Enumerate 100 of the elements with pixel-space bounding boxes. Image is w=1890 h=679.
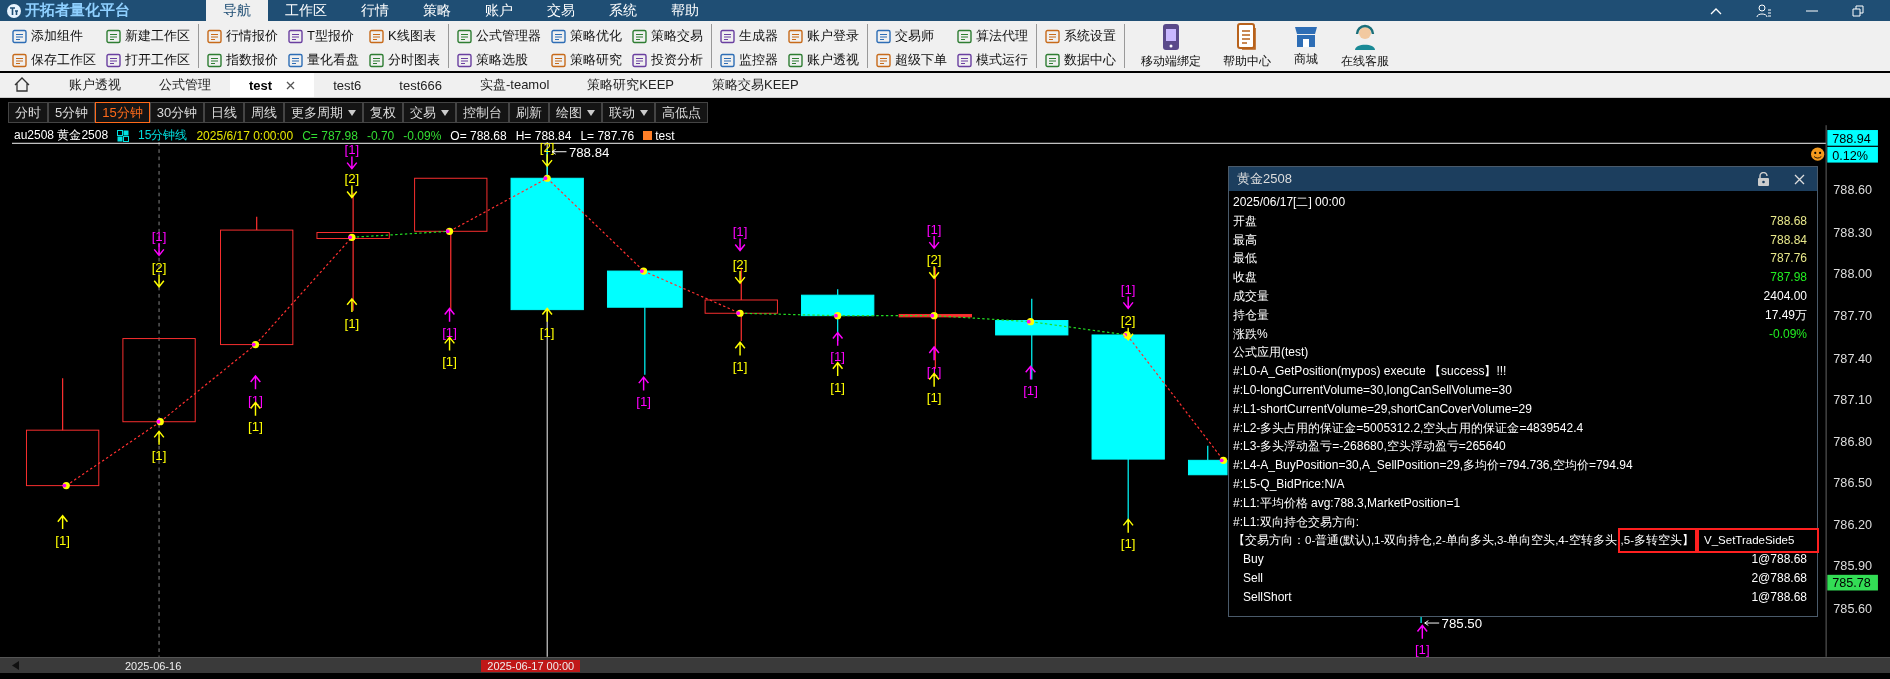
ribbon-button[interactable]: 策略优化 xyxy=(551,27,622,45)
quote-label: 最高 xyxy=(1233,231,1257,249)
log-line: 公式应用(test) xyxy=(1233,344,1310,362)
ribbon-button[interactable]: T型报价 xyxy=(288,27,359,45)
log-line: #:L2-多头占用的保证金=5005312.2,空头占用的保证金=4839542.4 xyxy=(1233,419,1585,437)
quote-value: 787.98 xyxy=(1770,269,1807,287)
workspace-tab[interactable]: 公式管理 xyxy=(140,73,230,97)
ribbon-button[interactable]: 生成器 xyxy=(720,27,778,45)
price-tick-label: 786.80 xyxy=(1833,434,1872,449)
workspace-tab[interactable]: 账户透视 xyxy=(50,73,140,97)
ribbon-button[interactable]: 模式运行 xyxy=(957,51,1028,69)
quote-label: 涨跌% xyxy=(1233,325,1268,343)
smiley-icon[interactable] xyxy=(1811,147,1825,161)
lock-icon[interactable] xyxy=(1757,172,1770,186)
quote-value: -0.09% xyxy=(1768,325,1807,343)
period-button[interactable]: 分时 xyxy=(8,102,48,123)
tool-icon xyxy=(632,52,647,68)
ribbon-button[interactable]: 投资分析 xyxy=(632,51,703,69)
menu-item[interactable]: 策略 xyxy=(406,0,468,21)
ribbon-button[interactable]: 账户透视 xyxy=(788,51,859,69)
ribbon-button[interactable]: 账户登录 xyxy=(788,27,859,45)
grid-icon[interactable] xyxy=(117,129,130,142)
period-button[interactable]: 高低点 xyxy=(655,102,709,123)
tool-icon xyxy=(288,28,303,44)
workspace-tab[interactable]: test6 xyxy=(314,73,381,97)
user-icon[interactable] xyxy=(1756,3,1772,18)
ribbon-button[interactable]: 策略研究 xyxy=(551,51,622,69)
menu-item[interactable]: 工作区 xyxy=(268,0,344,21)
price-tick-label: 787.40 xyxy=(1833,351,1872,366)
tool-icon xyxy=(632,28,647,44)
ribbon-button[interactable]: K线图表 xyxy=(369,27,440,45)
period-button[interactable]: 复权 xyxy=(363,102,404,123)
ribbon-button[interactable]: 量化看盘 xyxy=(288,51,359,69)
ribbon-button[interactable]: 新建工作区 xyxy=(106,27,190,45)
ribbon-button[interactable]: 算法代理 xyxy=(957,27,1028,45)
ribbon-button[interactable]: 策略交易 xyxy=(632,27,703,45)
trade-fill: 2@788.68 xyxy=(1751,569,1807,587)
menu-item[interactable]: 交易 xyxy=(530,0,592,21)
menu-item[interactable]: 系统 xyxy=(592,0,654,21)
period-button[interactable]: 绘图 xyxy=(549,102,603,123)
ribbon-button[interactable]: 添加组件 xyxy=(12,27,96,45)
tool-icon xyxy=(1045,28,1060,44)
collapse-icon[interactable] xyxy=(1710,6,1722,15)
ribbon-button[interactable]: 分时图表 xyxy=(369,51,440,69)
period-button[interactable]: 更多周期 xyxy=(284,102,364,123)
ribbon-button[interactable]: 超级下单 xyxy=(876,51,947,69)
workspace-tab[interactable]: test666 xyxy=(380,73,461,97)
period-button[interactable]: 30分钟 xyxy=(149,102,205,123)
trade-fill: 1@788.68 xyxy=(1751,551,1807,569)
menu-item[interactable]: 行情 xyxy=(344,0,406,21)
tool-icon xyxy=(720,28,735,44)
menu-item[interactable]: 导航 xyxy=(206,0,268,21)
ribbon-button[interactable]: 数据中心 xyxy=(1045,51,1116,69)
workspace-tab[interactable]: test xyxy=(230,73,315,97)
minimize-icon[interactable] xyxy=(1806,9,1818,12)
price-tick-label: 786.50 xyxy=(1833,475,1872,490)
price-dot xyxy=(445,227,454,235)
ribbon-large-button[interactable]: 移动端绑定 xyxy=(1133,22,1209,70)
tool-icon xyxy=(457,28,472,44)
restore-icon[interactable] xyxy=(1852,4,1864,17)
ribbon-button[interactable]: 策略选股 xyxy=(457,51,541,69)
period-button[interactable]: 联动 xyxy=(602,102,656,123)
ribbon-button[interactable]: 保存工作区 xyxy=(12,51,96,69)
tool-icon xyxy=(369,28,384,44)
ribbon-button[interactable]: 系统设置 xyxy=(1045,27,1116,45)
ribbon-button[interactable]: 监控器 xyxy=(720,51,778,69)
menu-item[interactable]: 帮助 xyxy=(654,0,716,21)
price-dot xyxy=(543,174,551,182)
price-tick-label: 788.60 xyxy=(1833,182,1872,197)
price-dot xyxy=(930,312,938,320)
period-button[interactable]: 交易 xyxy=(403,102,457,123)
workspace-tab[interactable]: 实盘-teamol xyxy=(460,73,569,97)
period-button[interactable]: 5分钟 xyxy=(48,102,96,123)
ribbon-button[interactable]: 行情报价 xyxy=(207,27,278,45)
log-line: #:L1-shortCurrentVolume=29,shortCanCoverVolume=29 xyxy=(1233,400,1533,418)
ribbon-large-button[interactable]: 商城 xyxy=(1285,22,1327,70)
ribbon-large-button[interactable]: 在线客服 xyxy=(1333,22,1397,70)
tool-icon xyxy=(106,52,121,68)
ribbon-large-button[interactable]: 帮助中心 xyxy=(1215,22,1279,70)
ribbon-button[interactable]: 公式管理器 xyxy=(457,27,541,45)
close-icon[interactable] xyxy=(286,80,296,90)
trade-side: Sell xyxy=(1243,569,1263,587)
period-button[interactable]: 15分钟 xyxy=(95,102,150,123)
tool-icon xyxy=(876,52,891,68)
home-icon[interactable] xyxy=(14,77,30,92)
ribbon-button[interactable]: 指数报价 xyxy=(207,51,278,69)
price-tick-label: 785.90 xyxy=(1833,559,1872,573)
period-button[interactable]: 日线 xyxy=(204,102,245,123)
price-tick-label: 786.20 xyxy=(1833,518,1872,532)
ribbon-button[interactable]: 交易师 xyxy=(876,27,947,45)
period-button[interactable]: 控制台 xyxy=(456,102,510,123)
ribbon-button[interactable]: 打开工作区 xyxy=(106,51,190,69)
log-line: #:L1:平均价格 avg:788.3,MarketPosition=1 xyxy=(1233,494,1462,512)
quote-text: C= 787.98 xyxy=(302,128,358,143)
workspace-tab[interactable]: 策略研究KEEP xyxy=(568,73,693,97)
workspace-tab[interactable]: 策略交易KEEP xyxy=(693,73,818,97)
price-tick-label: 787.70 xyxy=(1833,309,1872,324)
period-button[interactable]: 周线 xyxy=(244,102,285,123)
period-button[interactable]: 刷新 xyxy=(509,102,550,123)
menu-item[interactable]: 账户 xyxy=(468,0,530,21)
